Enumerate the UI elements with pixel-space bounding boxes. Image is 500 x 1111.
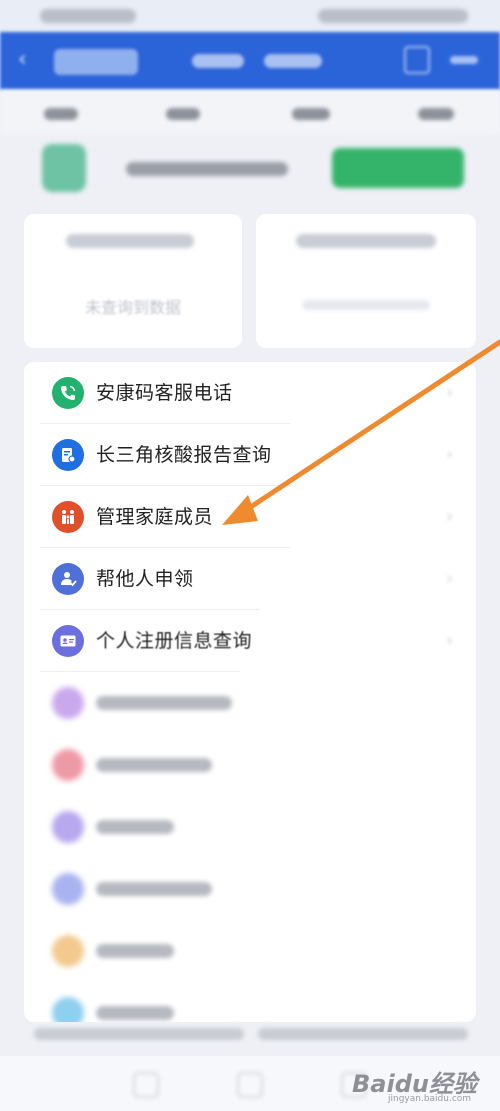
list-item-label: 长三角核酸报告查询 [96, 444, 272, 466]
list-icon [52, 997, 84, 1022]
nav-service-icon[interactable] [237, 1072, 263, 1098]
footer-notice-left [34, 1028, 244, 1040]
list-item[interactable] [24, 920, 476, 982]
id-card-icon [52, 625, 84, 657]
report-icon [52, 439, 84, 471]
tab-3[interactable] [292, 108, 330, 120]
footer-notice [28, 1024, 472, 1044]
status-time [40, 9, 136, 23]
list-item-label: 帮他人申领 [96, 568, 194, 590]
health-logo [42, 144, 86, 192]
app-header: ‹ [0, 32, 500, 90]
scan-icon[interactable] [404, 46, 430, 74]
chevron-right-icon: › [446, 630, 454, 651]
list-item-label [96, 758, 212, 772]
status-bar [0, 0, 500, 32]
list-item[interactable] [24, 858, 476, 920]
query-card-right[interactable] [256, 214, 476, 348]
search-box[interactable] [54, 49, 138, 75]
list-item-label: 安康码客服电话 [96, 382, 233, 404]
baidu-watermark: Baidu经验 jingyan.baidu.com [338, 1064, 488, 1108]
tab-bar [0, 90, 500, 134]
empty-data-text: 未查询到数据 [84, 298, 181, 317]
more-icon[interactable] [450, 56, 478, 64]
card-title [66, 234, 194, 248]
banner-text [126, 162, 288, 176]
tab-1[interactable] [44, 108, 78, 120]
nav-home-icon[interactable] [133, 1072, 159, 1098]
back-icon[interactable]: ‹ [18, 48, 40, 72]
list-icon [52, 873, 84, 905]
chevron-right-icon: › [446, 506, 454, 527]
list-item-nucleic-report[interactable]: 长三角核酸报告查询 › [24, 424, 476, 486]
chevron-right-icon: › [446, 568, 454, 589]
list-item[interactable] [24, 982, 476, 1022]
status-icons [318, 9, 468, 23]
service-list: 安康码客服电话 › 长三角核酸报告查询 › 管理家庭成员 › 帮他人申领 › 个… [24, 362, 476, 1022]
list-item-label: 管理家庭成员 [96, 506, 214, 528]
list-item-hotline[interactable]: 安康码客服电话 › [24, 362, 476, 424]
chevron-right-icon: › [446, 444, 454, 465]
list-item-label [96, 882, 212, 896]
list-item-label [96, 944, 174, 958]
family-icon [52, 501, 84, 533]
list-item-manage-family[interactable]: 管理家庭成员 › [24, 486, 476, 548]
health-banner [24, 136, 476, 202]
list-item[interactable] [24, 796, 476, 858]
list-icon [52, 811, 84, 843]
banner-button[interactable] [332, 148, 464, 188]
list-item-apply-for-others[interactable]: 帮他人申领 › [24, 548, 476, 610]
phone-icon [52, 377, 84, 409]
list-item-label [96, 820, 174, 834]
list-item-label [96, 696, 232, 710]
elderly-child-icon [52, 687, 84, 719]
list-icon [52, 749, 84, 781]
header-title [192, 54, 244, 68]
list-item[interactable] [24, 672, 476, 734]
footer-notice-right [258, 1028, 468, 1040]
chevron-right-icon: › [446, 382, 454, 403]
tab-4[interactable] [418, 108, 454, 120]
list-item-label [96, 1006, 174, 1020]
list-item[interactable] [24, 734, 476, 796]
card-value [302, 300, 430, 310]
query-card-left[interactable]: 未查询到数据 [24, 214, 242, 348]
list-icon [52, 935, 84, 967]
card-title [296, 234, 436, 248]
user-check-icon [52, 563, 84, 595]
list-item-label: 个人注册信息查询 [96, 630, 253, 652]
list-item-registration-info[interactable]: 个人注册信息查询 › [24, 610, 476, 672]
watermark-site: jingyan.baidu.com [388, 1094, 472, 1104]
tab-2[interactable] [166, 108, 200, 120]
location-selector[interactable] [264, 54, 322, 68]
